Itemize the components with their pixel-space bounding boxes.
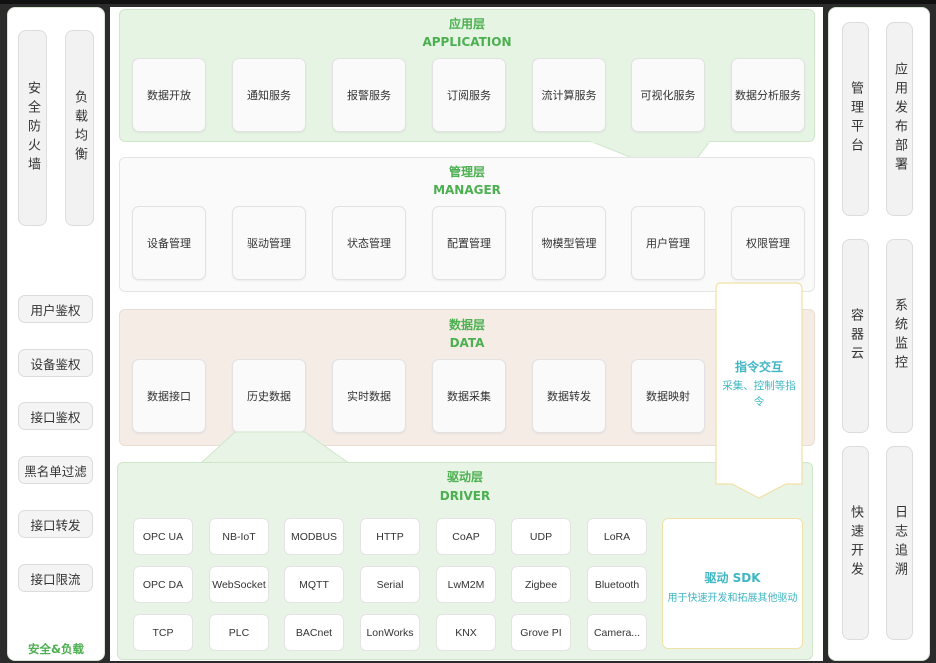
left-panel-footer: 安全&负载 [27, 642, 85, 656]
system-monitor-label: 系统监控 [892, 298, 907, 374]
protocol-chip[interactable]: LoRA [587, 518, 647, 555]
protocol-chip[interactable]: HTTP [360, 518, 420, 555]
app-card-subscribe[interactable]: 订阅服务 [432, 58, 506, 132]
rate-limit-item[interactable]: 接口限流 [18, 564, 93, 592]
protocol-chip[interactable]: PLC [209, 614, 269, 651]
system-monitor-pill[interactable]: 系统监控 [886, 239, 913, 433]
mgmt-platform-pill[interactable]: 管理平台 [842, 22, 869, 216]
application-layer: 应用层 APPLICATION 数据开放 通知服务 报警服务 订阅服务 流计算服… [119, 9, 815, 142]
app-card-stream[interactable]: 流计算服务 [532, 58, 606, 132]
data-title-cn: 数据层 [448, 318, 485, 332]
manager-title-en: MANAGER [433, 183, 501, 197]
load-balance-pill[interactable]: 负载均衡 [65, 30, 94, 226]
protocol-chip[interactable]: MQTT [284, 566, 344, 603]
protocol-chip[interactable]: LwM2M [436, 566, 496, 603]
container-cloud-pill[interactable]: 容器云 [842, 239, 869, 433]
data-card-collect[interactable]: 数据采集 [432, 359, 506, 433]
command-subtitle: 采集、控制等指令 [722, 380, 796, 408]
manager-layer: 管理层 MANAGER 设备管理 驱动管理 状态管理 配置管理 物模型管理 用户… [119, 157, 815, 292]
left-panel: 安全防火墙 负载均衡 用户鉴权 设备鉴权 接口鉴权 黑名单过滤 接口转发 接口限… [7, 7, 105, 661]
mgr-card-config[interactable]: 配置管理 [432, 206, 506, 280]
driver-sdk-title: 驱动 SDK [704, 571, 761, 585]
protocol-chip[interactable]: Zigbee [511, 566, 571, 603]
mgr-card-user[interactable]: 用户管理 [631, 206, 705, 280]
mgr-card-status[interactable]: 状态管理 [332, 206, 406, 280]
mgr-card-thing-model[interactable]: 物模型管理 [532, 206, 606, 280]
protocol-chip[interactable]: NB-IoT [209, 518, 269, 555]
data-card-mapping[interactable]: 数据映射 [631, 359, 705, 433]
container-cloud-label: 容器云 [848, 307, 863, 365]
protocol-chip[interactable]: LonWorks [360, 614, 420, 651]
blacklist-item[interactable]: 黑名单过滤 [18, 456, 93, 484]
data-title-en: DATA [449, 336, 485, 350]
data-card-forward[interactable]: 数据转发 [532, 359, 606, 433]
mgr-card-permission[interactable]: 权限管理 [731, 206, 805, 280]
protocol-chip[interactable]: KNX [436, 614, 496, 651]
protocol-chip[interactable]: OPC DA [133, 566, 193, 603]
protocol-chip[interactable]: Bluetooth [587, 566, 647, 603]
protocol-chip[interactable]: UDP [511, 518, 571, 555]
protocol-chip[interactable]: OPC UA [133, 518, 193, 555]
driver-sdk-subtitle: 用于快速开发和拓展其他驱动 [667, 593, 798, 604]
application-title-cn: 应用层 [448, 17, 485, 31]
driver-sdk-box[interactable]: 驱动 SDK 用于快速开发和拓展其他驱动 [662, 518, 803, 649]
data-card-history[interactable]: 历史数据 [232, 359, 306, 433]
api-forward-item[interactable]: 接口转发 [18, 510, 93, 538]
log-trace-label: 日志追溯 [892, 505, 907, 581]
app-deploy-pill[interactable]: 应用发布部署 [886, 22, 913, 216]
app-card-notify[interactable]: 通知服务 [232, 58, 306, 132]
protocol-chip[interactable]: WebSocket [209, 566, 269, 603]
command-title: 指令交互 [734, 360, 783, 374]
driver-title-en: DRIVER [439, 489, 491, 503]
firewall-pill[interactable]: 安全防火墙 [18, 30, 47, 226]
rapid-dev-label: 快速开发 [848, 505, 863, 581]
rapid-dev-pill[interactable]: 快速开发 [842, 446, 869, 640]
app-card-analytics[interactable]: 数据分析服务 [731, 58, 805, 132]
application-title-en: APPLICATION [422, 35, 512, 49]
load-balance-label: 负载均衡 [72, 90, 87, 166]
mgmt-platform-label: 管理平台 [848, 81, 863, 157]
top-edge [0, 0, 936, 4]
driver-title-cn: 驱动层 [446, 470, 483, 484]
app-card-data-open[interactable]: 数据开放 [132, 58, 206, 132]
protocol-chip[interactable]: CoAP [436, 518, 496, 555]
protocol-chip[interactable]: Grove PI [511, 614, 571, 651]
data-card-realtime[interactable]: 实时数据 [332, 359, 406, 433]
api-auth-item[interactable]: 接口鉴权 [18, 402, 93, 430]
protocol-chip[interactable]: MODBUS [284, 518, 344, 555]
protocol-chip[interactable]: BACnet [284, 614, 344, 651]
data-layer: 数据层 DATA 数据接口 历史数据 实时数据 数据采集 数据转发 数据映射 [119, 309, 815, 446]
device-auth-item[interactable]: 设备鉴权 [18, 349, 93, 377]
driver-layer: 驱动层 DRIVER OPC UA NB-IoT MODBUS HTTP CoA… [117, 462, 813, 660]
manager-title-cn: 管理层 [448, 165, 485, 179]
right-panel: 管理平台 应用发布部署 容器云 系统监控 快速开发 日志追溯 [828, 7, 930, 661]
driver-up-tab [198, 431, 352, 465]
app-card-alarm[interactable]: 报警服务 [332, 58, 406, 132]
log-trace-pill[interactable]: 日志追溯 [886, 446, 913, 640]
user-auth-item[interactable]: 用户鉴权 [18, 295, 93, 323]
mgr-card-device[interactable]: 设备管理 [132, 206, 206, 280]
app-deploy-label: 应用发布部署 [892, 62, 907, 176]
firewall-label: 安全防火墙 [25, 80, 40, 176]
mgr-card-driver[interactable]: 驱动管理 [232, 206, 306, 280]
protocol-chip[interactable]: Serial [360, 566, 420, 603]
protocol-chip[interactable]: Camera... [587, 614, 647, 651]
app-card-visualize[interactable]: 可视化服务 [631, 58, 705, 132]
data-card-interface[interactable]: 数据接口 [132, 359, 206, 433]
protocol-chip[interactable]: TCP [133, 614, 193, 651]
